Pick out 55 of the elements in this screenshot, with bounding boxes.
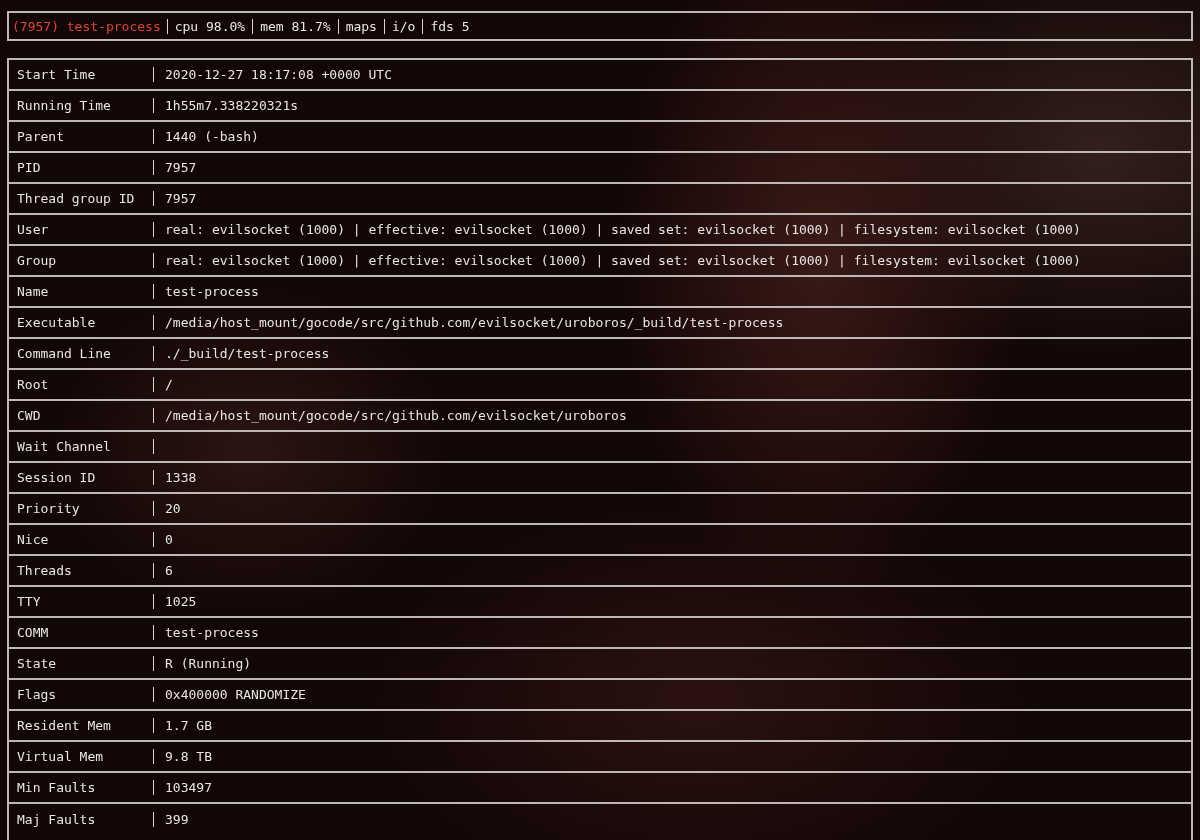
row-label: Wait Channel bbox=[16, 439, 112, 454]
row-value: 1025 bbox=[153, 594, 197, 609]
row-value: 103497 bbox=[153, 780, 212, 795]
row-label: Nice bbox=[16, 532, 50, 547]
row-label: Root bbox=[16, 377, 50, 392]
header-tab[interactable]: fds 5 bbox=[422, 18, 477, 34]
row-label: Session ID bbox=[16, 470, 97, 485]
row-value: /media/host_mount/gocode/src/github.com/evilsocket/uroboros/_build/test-process bbox=[153, 315, 784, 330]
header-tab[interactable]: maps bbox=[337, 18, 384, 34]
row-label: Start Time bbox=[16, 67, 97, 82]
row-label: Resident Mem bbox=[16, 718, 112, 733]
row-label: Maj Faults bbox=[16, 812, 97, 827]
row-value: test-process bbox=[153, 284, 259, 299]
row-label: Min Faults bbox=[16, 780, 97, 795]
row-value: 1338 bbox=[153, 470, 197, 485]
row-label: Parent bbox=[16, 129, 65, 144]
row-value: 7957 bbox=[153, 160, 197, 175]
process-title: (7957) test-process bbox=[12, 18, 162, 34]
row-value: ./_build/test-process bbox=[153, 346, 330, 361]
row-label: Flags bbox=[16, 687, 58, 702]
row-value: 2020-12-27 18:17:08 +0000 UTC bbox=[153, 67, 392, 82]
row-label: Command Line bbox=[16, 346, 112, 361]
row-value: 0 bbox=[153, 532, 173, 547]
row-value: /media/host_mount/gocode/src/github.com/evilsocket/uroboros bbox=[153, 408, 627, 423]
row-label: Thread group ID bbox=[16, 191, 136, 206]
row-value: 6 bbox=[153, 563, 173, 578]
row-value: R (Running) bbox=[153, 656, 252, 671]
row-label: Threads bbox=[16, 563, 73, 578]
row-label: User bbox=[16, 222, 50, 237]
row-value: 1440 (-bash) bbox=[153, 129, 259, 144]
row-label: Running Time bbox=[16, 98, 112, 113]
row-value: 20 bbox=[153, 501, 181, 516]
row-value: / bbox=[153, 377, 173, 392]
row-value: 7957 bbox=[153, 191, 197, 206]
header-tab[interactable]: cpu 98.0% bbox=[166, 18, 253, 34]
row-label: Group bbox=[16, 253, 58, 268]
row-value: test-process bbox=[153, 625, 259, 640]
row-label: State bbox=[16, 656, 58, 671]
row-value: 1h55m7.338220321s bbox=[153, 98, 299, 113]
row-label: Virtual Mem bbox=[16, 749, 105, 764]
row-label: COMM bbox=[16, 625, 50, 640]
row-value: 0x400000 RANDOMIZE bbox=[153, 687, 306, 702]
row-value: 1.7 GB bbox=[153, 718, 212, 733]
row-value: real: evilsocket (1000) | effective: evilsocket (1000) | saved set: evilsocket (1000) | filesystem: evilsocket (1000) bbox=[153, 253, 1081, 268]
row-value: real: evilsocket (1000) | effective: evilsocket (1000) | saved set: evilsocket (1000) | filesystem: evilsocket (1000) bbox=[153, 222, 1081, 237]
row-label: PID bbox=[16, 160, 42, 175]
row-value: 399 bbox=[153, 812, 189, 827]
header-tab[interactable]: mem 81.7% bbox=[252, 18, 338, 34]
row-label: TTY bbox=[16, 594, 42, 609]
row-label: Priority bbox=[16, 501, 81, 516]
row-label: CWD bbox=[16, 408, 42, 423]
row-label: Name bbox=[16, 284, 50, 299]
row-label: Executable bbox=[16, 315, 97, 330]
row-value: 9.8 TB bbox=[153, 749, 212, 764]
header-tab[interactable]: i/o bbox=[383, 18, 423, 34]
